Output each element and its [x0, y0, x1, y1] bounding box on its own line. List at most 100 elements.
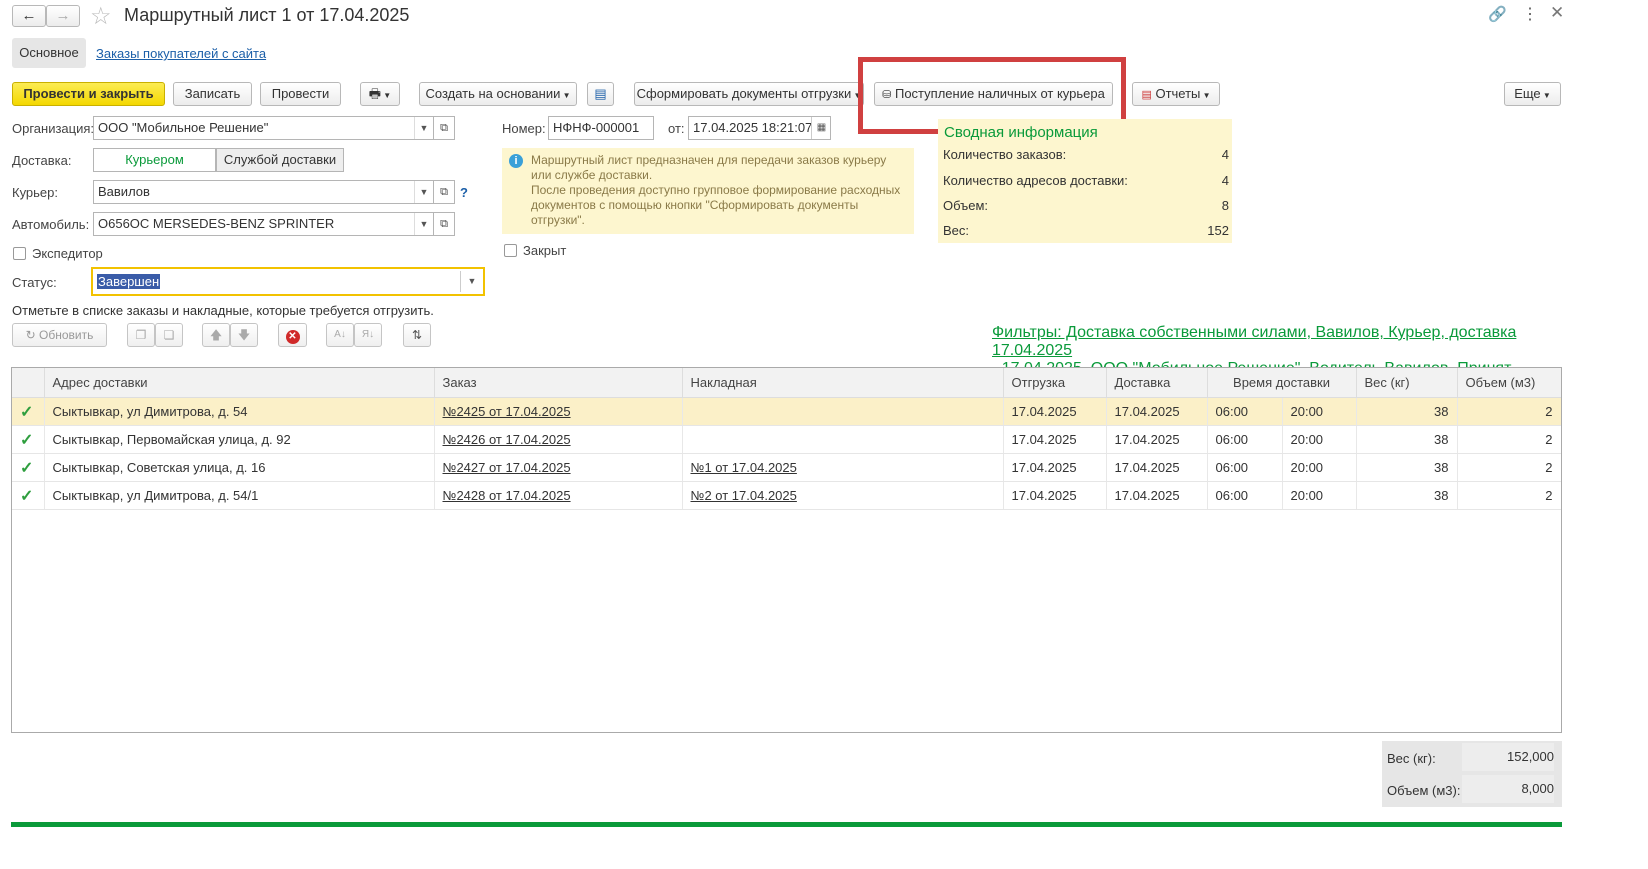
courier-dropdown-icon[interactable]: ▼: [414, 181, 433, 203]
col-order[interactable]: Заказ: [434, 368, 683, 398]
col-volume[interactable]: Объем (м3): [1457, 368, 1561, 398]
closed-checkbox[interactable]: [504, 244, 517, 257]
status-field[interactable]: Завершен ▼: [91, 267, 485, 296]
summary-label: Количество заказов:: [943, 147, 1067, 162]
cell-address: Сыктывкар, Советская улица, д. 16: [44, 453, 435, 482]
col-ship[interactable]: Отгрузка: [1003, 368, 1107, 398]
cell-time-to: 20:00: [1282, 425, 1357, 454]
more-vert-icon[interactable]: ⋮: [1522, 4, 1538, 24]
order-link[interactable]: №2428 от 17.04.2025: [443, 488, 571, 503]
invoice-link[interactable]: №2 от 17.04.2025: [691, 488, 797, 503]
tab-main-label: Основное: [19, 45, 79, 60]
calendar-icon[interactable]: ▦: [811, 117, 831, 139]
car-field[interactable]: О656ОС MERSEDES-BENZ SPRINTER: [93, 212, 434, 236]
order-link[interactable]: №2426 от 17.04.2025: [443, 432, 571, 447]
table-row[interactable]: ✓ Сыктывкар, ул Димитрова, д. 54/1 №2428…: [12, 481, 1561, 510]
print-button[interactable]: 🖶 ▼: [360, 82, 400, 106]
more-button[interactable]: Еще ▼: [1504, 82, 1561, 106]
cell-time-to: 20:00: [1282, 481, 1357, 510]
cell-volume: 2: [1457, 481, 1561, 510]
create-based-button[interactable]: Создать на основании ▼: [419, 82, 577, 106]
save-button[interactable]: Записать: [173, 82, 252, 106]
courier-help-icon[interactable]: ?: [460, 185, 468, 200]
hint-text: Отметьте в списке заказы и накладные, ко…: [12, 303, 434, 318]
courier-open-button[interactable]: ⧉: [433, 180, 455, 204]
cell-volume: 2: [1457, 453, 1561, 482]
form-shipping-docs-button[interactable]: Сформировать документы отгрузки ▼: [634, 82, 864, 106]
summary-label: Объем:: [943, 198, 989, 213]
number-field[interactable]: НФНФ-000001: [548, 116, 654, 140]
cell-weight: 38: [1356, 453, 1458, 482]
sort-asc-button[interactable]: А↓: [326, 323, 354, 347]
order-link[interactable]: №2427 от 17.04.2025: [443, 460, 571, 475]
forwarder-checkbox[interactable]: [13, 247, 26, 260]
sort-desc-button[interactable]: Я↓: [354, 323, 382, 347]
table-row[interactable]: ✓ Сыктывкар, Советская улица, д. 16 №242…: [12, 453, 1561, 482]
row-checkbox[interactable]: ✓: [12, 397, 45, 426]
info-box: i Маршрутный лист предназначен для перед…: [502, 148, 914, 234]
form-shipping-docs-label: Сформировать документы отгрузки: [636, 86, 852, 101]
link-icon[interactable]: 🔗: [1488, 5, 1507, 23]
summary-row: Вес: 152: [943, 223, 1229, 238]
printer-icon: 🖶: [368, 86, 382, 101]
delete-button[interactable]: ✕: [278, 323, 307, 347]
invoice-link[interactable]: №1 от 17.04.2025: [691, 460, 797, 475]
status-dropdown-icon[interactable]: ▼: [460, 271, 483, 292]
car-dropdown-icon[interactable]: ▼: [414, 213, 433, 235]
delivery-courier-label: Курьером: [125, 152, 184, 167]
tab-site-orders[interactable]: Заказы покупателей с сайта: [96, 46, 266, 61]
car-open-button[interactable]: ⧉: [433, 212, 455, 236]
move-up-button[interactable]: 🡅: [202, 323, 230, 347]
cell-ship: 17.04.2025: [1003, 481, 1107, 510]
col-delivery-time[interactable]: Время доставки: [1207, 368, 1357, 398]
info-icon: i: [509, 154, 523, 168]
total-weight-label: Вес (кг):: [1387, 751, 1436, 766]
order-link[interactable]: №2425 от 17.04.2025: [443, 404, 571, 419]
summary-label: Вес:: [943, 223, 970, 238]
paste-button[interactable]: ❏: [155, 323, 183, 347]
org-label: Организация:: [12, 121, 95, 136]
courier-label: Курьер:: [12, 185, 59, 200]
cell-time-from: 06:00: [1207, 397, 1283, 426]
cell-time-to: 20:00: [1282, 453, 1357, 482]
date-field[interactable]: 17.04.2025 18:21:07: [688, 116, 831, 140]
cell-ship: 17.04.2025: [1003, 425, 1107, 454]
close-icon[interactable]: ✕: [1550, 3, 1564, 23]
structure-button[interactable]: ▤: [587, 82, 614, 106]
bottom-accent-bar: [11, 822, 1562, 827]
col-weight[interactable]: Вес (кг): [1356, 368, 1458, 398]
row-checkbox[interactable]: ✓: [12, 481, 45, 510]
org-dropdown-icon[interactable]: ▼: [414, 117, 433, 139]
post-and-close-button[interactable]: Провести и закрыть: [12, 82, 165, 106]
copy-button[interactable]: ❐: [127, 323, 155, 347]
delivery-courier-option[interactable]: Курьером: [93, 148, 216, 172]
refresh-button[interactable]: ↻ Обновить: [12, 323, 107, 347]
table-row[interactable]: ✓ Сыктывкар, ул Димитрова, д. 54 №2425 о…: [12, 397, 1561, 426]
reports-button[interactable]: ▤ Отчеты ▼: [1132, 82, 1220, 106]
courier-value: Вавилов: [98, 184, 150, 199]
post-button[interactable]: Провести: [260, 82, 341, 106]
orders-table: Адрес доставки Заказ Накладная Отгрузка …: [11, 367, 1562, 733]
back-button[interactable]: ←: [12, 5, 46, 27]
col-invoice[interactable]: Накладная: [682, 368, 1004, 398]
col-delivery[interactable]: Доставка: [1106, 368, 1208, 398]
star-icon[interactable]: ☆: [90, 2, 112, 31]
filters-line-1: Фильтры: Доставка собственными силами, В…: [992, 324, 1517, 359]
tab-main[interactable]: Основное: [12, 38, 86, 68]
courier-field[interactable]: Вавилов: [93, 180, 434, 204]
settings-button[interactable]: ⇅: [403, 323, 431, 347]
delivery-label: Доставка:: [12, 153, 72, 168]
col-address[interactable]: Адрес доставки: [44, 368, 435, 398]
info-line-1: Маршрутный лист предназначен для передач…: [531, 153, 887, 167]
cell-deliv: 17.04.2025: [1106, 397, 1208, 426]
forward-button[interactable]: →: [46, 5, 80, 27]
move-down-button[interactable]: 🡇: [230, 323, 258, 347]
delivery-service-option[interactable]: Службой доставки: [216, 148, 344, 172]
org-field[interactable]: ООО "Мобильное Решение": [93, 116, 434, 140]
summary-row: Объем: 8: [943, 198, 1229, 213]
row-checkbox[interactable]: ✓: [12, 425, 45, 454]
cell-ship: 17.04.2025: [1003, 453, 1107, 482]
table-row[interactable]: ✓ Сыктывкар, Первомайская улица, д. 92 №…: [12, 425, 1561, 454]
row-checkbox[interactable]: ✓: [12, 453, 45, 482]
org-open-button[interactable]: ⧉: [433, 116, 455, 140]
